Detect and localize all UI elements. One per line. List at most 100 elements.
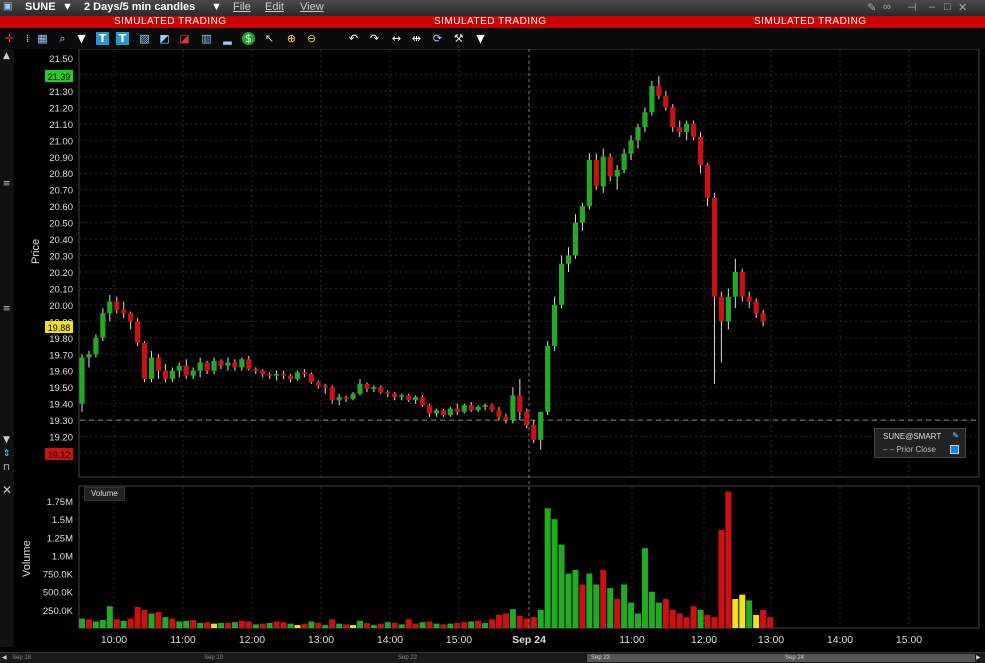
volume-bar (357, 620, 363, 628)
maximize-icon[interactable]: □ (944, 1, 951, 13)
volume-bar (593, 584, 600, 628)
candle-body (635, 127, 641, 141)
symbol-selector[interactable]: SUNE (25, 1, 56, 13)
candle-body (565, 255, 572, 264)
price-tick-label: 21.30 (49, 87, 73, 98)
line-chart-icon[interactable]: ▨ (138, 32, 151, 45)
candle-body (642, 112, 648, 128)
scroll-handle-icon[interactable]: ≡ (2, 304, 11, 314)
dropdown-arrow-icon[interactable]: ▼ (75, 32, 88, 45)
volume-bar (607, 588, 614, 628)
area-chart-icon[interactable]: ◩ (158, 32, 171, 45)
wrench-icon[interactable]: ✎ (952, 431, 959, 440)
volume-bar (565, 573, 572, 628)
volume-bar (662, 598, 669, 628)
price-volume-chart[interactable]: 21.5021.4021.3021.2021.1021.0020.9020.80… (14, 49, 980, 652)
candle-body (301, 372, 307, 374)
volume-icon[interactable]: ▂ (221, 32, 234, 45)
volume-tick-label: 1.25M (47, 533, 73, 544)
zoom-out-icon[interactable]: ⊖ (305, 32, 318, 45)
text-box-icon[interactable]: T (116, 32, 129, 45)
candle-body (426, 405, 433, 414)
time-scroller[interactable]: ◀ Sep 18 Sep 19 Sep 22 Sep 23 Sep 24 ▶ (0, 652, 985, 663)
chevron-down-icon[interactable]: ▼ (62, 1, 73, 13)
menu-file[interactable]: File (233, 1, 251, 13)
table-icon[interactable]: ▦ (36, 32, 49, 45)
magnifier-icon[interactable]: ⌕ (56, 32, 69, 45)
volume-bar (162, 617, 169, 628)
pin-icon[interactable]: ⇕ (2, 449, 11, 459)
pin-icon[interactable]: ⊣ (907, 1, 917, 14)
candle-body (419, 397, 426, 406)
dotted-grid-icon[interactable]: ⁞ (21, 32, 34, 45)
simulated-trading-label: SIMULATED TRADING (434, 16, 547, 27)
close-panel-icon[interactable]: ✕ (2, 483, 12, 497)
price-tick-label: 19.70 (49, 350, 73, 361)
candle-body (461, 405, 467, 412)
time-tick-label: 14:00 (827, 634, 853, 646)
scroll-up-icon[interactable]: ▲ (2, 51, 11, 61)
candle-body (628, 140, 634, 154)
wrench-icon[interactable]: ✎ (867, 1, 876, 14)
volume-bar (739, 594, 746, 628)
volume-bar (280, 622, 287, 628)
simulated-trading-label: SIMULATED TRADING (114, 16, 227, 27)
refresh-icon[interactable]: ⟳ (431, 32, 444, 45)
candle-body (677, 127, 683, 133)
volume-bar (760, 609, 767, 628)
fit-icon[interactable]: ↔ (390, 32, 403, 45)
candle-body (336, 397, 342, 401)
volume-bar (586, 573, 593, 628)
close-icon[interactable]: ✕ (958, 1, 967, 14)
split-icon[interactable]: ⇹ (410, 32, 423, 45)
redo-icon[interactable]: ↷ (368, 32, 381, 45)
volume-tick-label: 250.0K (43, 606, 74, 617)
candle-body (510, 395, 516, 421)
volume-bar (482, 622, 489, 628)
volume-bar (398, 624, 405, 628)
volume-bar (537, 609, 544, 628)
menu-edit[interactable]: Edit (265, 1, 284, 13)
prior-close-checkbox[interactable] (950, 445, 959, 454)
dollar-icon[interactable]: $ (242, 32, 255, 45)
candle-body (704, 164, 711, 198)
pointer-icon[interactable]: ↖ (263, 32, 276, 45)
lock-icon[interactable]: ⊓ (2, 463, 11, 473)
bar-chart-icon[interactable]: ▥ (200, 32, 213, 45)
candle-body (86, 354, 92, 358)
candle-body (274, 374, 280, 376)
price-tick-label: 19.80 (49, 334, 73, 345)
candle-body (169, 370, 175, 379)
candle-body (440, 410, 446, 416)
more-arrow-icon[interactable]: ▼ (474, 32, 487, 45)
volume-bar (628, 602, 635, 628)
text-icon[interactable]: T (96, 32, 109, 45)
volume-bar (224, 622, 231, 628)
crosshair-icon[interactable]: ✛ (3, 32, 16, 45)
link-icon[interactable]: ∞ (883, 1, 891, 13)
candle-body (329, 387, 335, 401)
price-tick-label: 21.10 (49, 120, 73, 131)
candle-body (593, 160, 599, 187)
scroll-handle-icon[interactable]: ≡ (2, 179, 11, 189)
minimize-icon[interactable]: – (929, 1, 935, 13)
scroller-thumb[interactable] (587, 654, 975, 662)
volume-bar (92, 621, 99, 628)
left-scroll-strip[interactable]: ▲ ≡ ≡ ▼ ⇕ ⊓ ✕ (0, 49, 15, 647)
volume-bar (405, 619, 412, 628)
volume-bar (655, 602, 662, 628)
candle-body (447, 408, 453, 416)
zoom-in-icon[interactable]: ⊕ (285, 32, 298, 45)
time-tick-label: 14:00 (377, 634, 403, 646)
chevron-down-icon[interactable]: ▼ (211, 1, 222, 13)
period-selector[interactable]: 2 Days/5 min candles (84, 1, 195, 13)
scroll-down-icon[interactable]: ▼ (2, 435, 11, 445)
undo-icon[interactable]: ↶ (347, 32, 360, 45)
draw-line-icon[interactable]: ◪ (178, 32, 191, 45)
wrench-icon[interactable]: ⚒ (452, 32, 465, 45)
menu-view[interactable]: View (300, 1, 324, 13)
candle-body (148, 357, 155, 379)
volume-tick-label: 500.0K (43, 588, 74, 599)
candle-body (732, 271, 738, 297)
candle-body (225, 362, 231, 366)
